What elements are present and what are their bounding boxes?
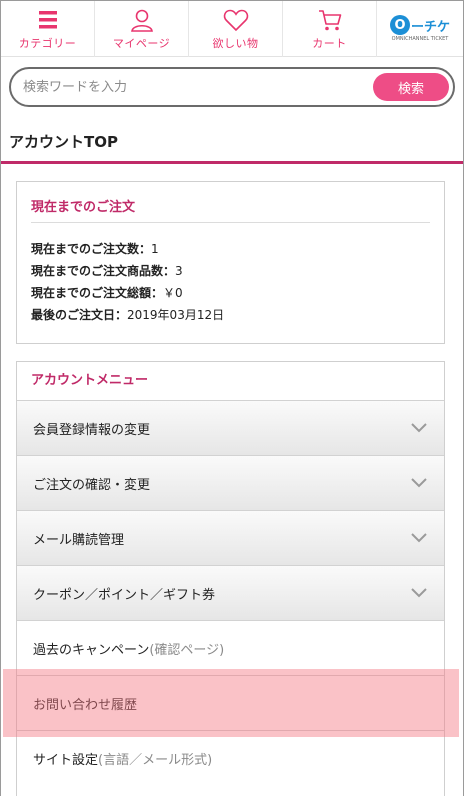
menu-item-label: 会員登録情報の変更 — [33, 422, 151, 438]
account-menu: アカウントメニュー 会員登録情報の変更 ご注文の確認・変更 メール購読管理 クー… — [16, 361, 445, 796]
menu-item-text: 過去のキャンペーン — [33, 642, 150, 658]
order-stats: 現在までのご注文数：1 現在までのご注文商品数：3 現在までのご注文総額：￥0 … — [31, 238, 224, 326]
order-summary-title: 現在までのご注文 — [31, 200, 136, 215]
stat-value: 3 — [175, 264, 183, 278]
logo-letter: O — [389, 15, 410, 35]
nav-category-label: カテゴリー — [18, 37, 77, 50]
nav-mypage[interactable]: マイページ — [95, 1, 189, 57]
search-bar: 検索 — [9, 67, 455, 107]
chevron-down-icon — [411, 423, 427, 433]
stat-value: 1 — [151, 242, 159, 256]
search-button[interactable]: 検索 — [373, 73, 449, 101]
menu-item-orders[interactable]: ご注文の確認・変更 — [17, 455, 444, 510]
menu-item-label: ご注文の確認・変更 — [33, 477, 151, 493]
nav-wishlist[interactable]: 欲しい物 — [189, 1, 283, 57]
menu-item-label: 過去のキャンペーン(確認ページ) — [33, 639, 428, 658]
stat-label: 現在までのご注文数： — [31, 242, 152, 256]
stat-value: ￥0 — [163, 286, 183, 300]
nav-cart-label: カート — [312, 37, 347, 50]
search-input[interactable] — [23, 77, 363, 97]
menu-item-coupons[interactable]: クーポン／ポイント／ギフト券 — [17, 565, 444, 620]
nav-mypage-label: マイページ — [112, 37, 171, 50]
chevron-down-icon — [411, 478, 427, 488]
nav-cart[interactable]: カート — [283, 1, 377, 57]
account-menu-title: アカウントメニュー — [31, 373, 149, 388]
logo-text: ーチケ — [410, 19, 450, 35]
cart-icon — [318, 10, 341, 31]
page-title: アカウントTOP — [9, 133, 118, 151]
menu-item-member-info[interactable]: 会員登録情報の変更 — [17, 400, 444, 455]
stat-label: 最後のご注文日： — [31, 308, 128, 322]
menu-item-site-settings[interactable]: サイト設定(言語／メール形式) — [17, 730, 444, 785]
stat-value: 2019年03月12日 — [127, 308, 225, 322]
menu-item-label: メール購読管理 — [33, 532, 125, 548]
order-total-row: 現在までのご注文総額：￥0 — [31, 282, 224, 304]
menu-item-label: クーポン／ポイント／ギフト券 — [33, 587, 216, 603]
menu-item-label: お問い合わせ履歴 — [33, 697, 138, 713]
nav-category[interactable]: カテゴリー — [1, 1, 95, 57]
order-item-count-row: 現在までのご注文商品数：3 — [31, 260, 224, 282]
menu-item-text: サイト設定 — [33, 752, 99, 768]
order-summary-divider — [31, 222, 430, 223]
nav-wishlist-label: 欲しい物 — [212, 37, 259, 50]
order-summary-card: 現在までのご注文 現在までのご注文数：1 現在までのご注文商品数：3 現在までの… — [16, 181, 445, 344]
top-navigation: カテゴリー マイページ 欲しい物 カート O ーチケ OMNICHANNEL T… — [1, 1, 463, 57]
menu-item-past-campaigns[interactable]: 過去のキャンペーン(確認ページ) — [17, 620, 444, 675]
menu-item-label: サイト設定(言語／メール形式) — [33, 749, 428, 768]
chevron-down-icon — [411, 588, 427, 598]
user-icon — [130, 9, 153, 32]
order-count-row: 現在までのご注文数：1 — [31, 238, 224, 260]
logo-mark: O ーチケ — [389, 15, 450, 35]
menu-item-mail-subscription[interactable]: メール購読管理 — [17, 510, 444, 565]
menu-item-inquiry-history[interactable]: お問い合わせ履歴 — [17, 675, 444, 730]
last-order-date-row: 最後のご注文日：2019年03月12日 — [31, 304, 224, 326]
app-frame: カテゴリー マイページ 欲しい物 カート O ーチケ OMNICHANNEL T… — [0, 0, 464, 796]
stat-label: 現在までのご注文商品数： — [31, 264, 176, 278]
menu-item-subtext: (言語／メール形式) — [98, 752, 213, 768]
menu-icon — [38, 11, 57, 29]
site-logo[interactable]: O ーチケ OMNICHANNEL TICKET — [377, 1, 463, 56]
chevron-down-icon — [411, 533, 427, 543]
title-divider — [1, 161, 463, 164]
heart-icon — [223, 9, 248, 32]
logo-subtext: OMNICHANNEL TICKET — [391, 36, 449, 42]
menu-item-subtext: (確認ページ) — [149, 642, 225, 658]
stat-label: 現在までのご注文総額： — [31, 286, 164, 300]
